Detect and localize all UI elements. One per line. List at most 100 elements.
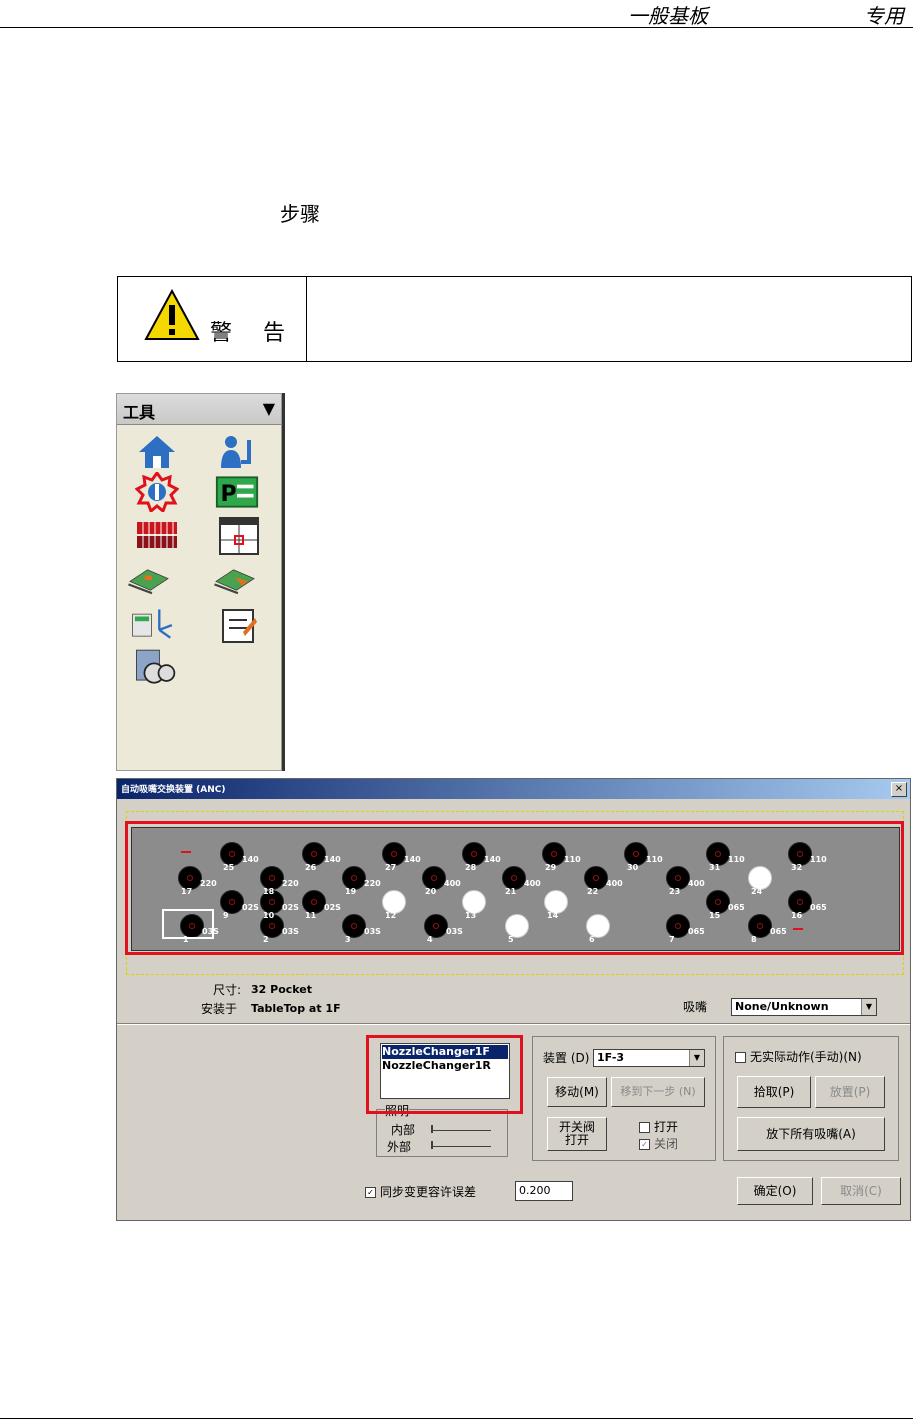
outer-slider-thumb[interactable] <box>431 1141 433 1149</box>
device-select-value: 1F-3 <box>597 1051 625 1064</box>
tool-panel-header[interactable]: 工具 ▼ <box>117 394 281 425</box>
red-marker-icon <box>793 928 803 930</box>
valve-open-label: 打开 <box>654 1120 679 1134</box>
header-left-text: 一般基板 <box>628 4 708 28</box>
lighting-outer-label: 外部 <box>387 1140 412 1154</box>
dialog-separator <box>117 1023 910 1025</box>
pocket-nozzle-type: 220 <box>364 879 381 888</box>
drop-all-nozzles-button[interactable]: 放下所有吸嘴(A) <box>737 1117 885 1151</box>
mount-value: TableTop at 1F <box>251 1002 341 1015</box>
pocket-number: 12 <box>385 911 397 920</box>
pocket-nozzle-type: 065 <box>770 927 787 936</box>
pocket-number: 5 <box>508 935 514 944</box>
pick-button[interactable]: 拾取(P) <box>737 1076 811 1108</box>
pocket-number: 27 <box>385 863 397 872</box>
pocket-nozzle-type: 03S <box>364 927 381 936</box>
dialog-title: 自动吸嘴交换装置 (ANC) <box>121 785 226 795</box>
sync-tolerance-input[interactable]: 0.200 <box>515 1181 573 1201</box>
outer-light-slider[interactable] <box>431 1146 491 1147</box>
nozzle-changer-icon[interactable] <box>135 472 179 512</box>
chevron-down-icon[interactable]: ▼ <box>263 399 275 418</box>
vision-window-icon[interactable] <box>217 516 261 556</box>
sync-tolerance-label: 同步变更容许误差 <box>380 1185 477 1199</box>
valve-close-checkbox[interactable]: ✓ 关闭 <box>639 1135 678 1152</box>
feeder-grid-icon[interactable] <box>135 516 179 556</box>
red-marker-icon <box>181 851 191 853</box>
pocket-nozzle-type: 140 <box>324 855 341 864</box>
board-transfer-icon[interactable] <box>127 560 171 600</box>
check-icon[interactable]: ✓ <box>639 1139 650 1150</box>
pocket-center <box>797 899 803 905</box>
pocket-number: 25 <box>223 863 235 872</box>
pocket-number: 24 <box>751 887 763 896</box>
step-title: 步骤 <box>280 202 320 226</box>
pocket-nozzle-type: 02S <box>242 903 259 912</box>
pocket-nozzle-type: 02S <box>324 903 341 912</box>
pocket-nozzle-type: 110 <box>564 855 581 864</box>
pocket-center <box>351 923 357 929</box>
home-icon[interactable] <box>135 432 179 472</box>
pocket-center <box>229 899 235 905</box>
no-action-checkbox[interactable]: 无实际动作(手动)(N) <box>735 1048 862 1065</box>
pocket-center <box>551 851 557 857</box>
nozzle-stocker-icon[interactable] <box>133 646 177 686</box>
pocket-center <box>675 923 681 929</box>
pocket-number: 18 <box>263 887 275 896</box>
dialog-titlebar[interactable]: 自动吸嘴交换装置 (ANC) × <box>117 779 910 799</box>
pocket-number: 20 <box>425 887 437 896</box>
valve-toggle-button[interactable]: 开关阀 打开 <box>547 1117 607 1151</box>
pocket-center <box>311 851 317 857</box>
ok-button[interactable]: 确定(O) <box>737 1177 813 1205</box>
pocket-center <box>797 851 803 857</box>
chevron-down-icon[interactable]: ▼ <box>861 999 876 1015</box>
board-transfer-2-icon[interactable] <box>213 560 257 600</box>
pocket-number: 17 <box>181 887 193 896</box>
pocket-nozzle-type: 400 <box>524 879 541 888</box>
pocket-center <box>715 851 721 857</box>
pocket-number: 30 <box>627 863 639 872</box>
pocket-nozzle-type: 110 <box>728 855 745 864</box>
tool-panel-scrollbar[interactable] <box>282 393 285 771</box>
program-icon[interactable]: P <box>215 472 259 512</box>
pocket-center <box>511 875 517 881</box>
size-label: 尺寸: <box>213 983 242 997</box>
pocket-nozzle-type: 140 <box>484 855 501 864</box>
move-button[interactable]: 移动(M) <box>547 1077 607 1107</box>
pocket-nozzle-type: 400 <box>444 879 461 888</box>
inner-light-slider[interactable] <box>431 1130 491 1131</box>
pocket-center <box>633 851 639 857</box>
pocket-center <box>269 899 275 905</box>
nozzle-select[interactable]: None/Unknown ▼ <box>731 998 877 1016</box>
mount-label: 安装于 <box>201 1002 238 1016</box>
sync-tolerance-checkbox[interactable]: ✓ 同步变更容许误差 <box>365 1183 476 1200</box>
pocket-number: 2 <box>263 935 269 944</box>
svg-text:P: P <box>221 482 237 507</box>
device-select[interactable]: 1F-3 ▼ <box>593 1049 705 1067</box>
warning-divider <box>306 277 307 361</box>
tool-panel: 工具 ▼ P <box>116 393 282 771</box>
checkbox-icon[interactable] <box>639 1122 650 1133</box>
pocket-nozzle-type: 065 <box>810 903 827 912</box>
operator-icon[interactable] <box>217 432 261 472</box>
pocket-number: 13 <box>465 911 477 920</box>
pocket-number: 23 <box>669 887 681 896</box>
pocket-center <box>715 899 721 905</box>
anc-dialog: 自动吸嘴交换装置 (ANC) × 1 03S 2 03S 3 03S 4 03S 5 6 7 065 8… <box>116 778 911 1221</box>
size-value: 32 Pocket <box>251 983 313 996</box>
axis-calibration-icon[interactable] <box>131 602 175 642</box>
place-button[interactable]: 放置(P) <box>815 1076 885 1108</box>
cancel-button[interactable]: 取消(C) <box>821 1177 901 1205</box>
close-icon[interactable]: × <box>891 782 907 797</box>
pocket-center <box>187 875 193 881</box>
checkbox-icon[interactable] <box>735 1052 746 1063</box>
check-icon[interactable]: ✓ <box>365 1187 376 1198</box>
inner-slider-thumb[interactable] <box>431 1125 433 1133</box>
chevron-down-icon[interactable]: ▼ <box>689 1050 704 1066</box>
pocket-number: 22 <box>587 887 599 896</box>
footer-rule <box>0 1418 913 1419</box>
checklist-icon[interactable] <box>217 604 261 644</box>
pocket-nozzle-type: 110 <box>810 855 827 864</box>
warning-label: 警 告 <box>210 321 297 346</box>
valve-open-checkbox[interactable]: 打开 <box>639 1118 678 1135</box>
move-next-button[interactable]: 移到下一步 (N) <box>611 1077 705 1107</box>
